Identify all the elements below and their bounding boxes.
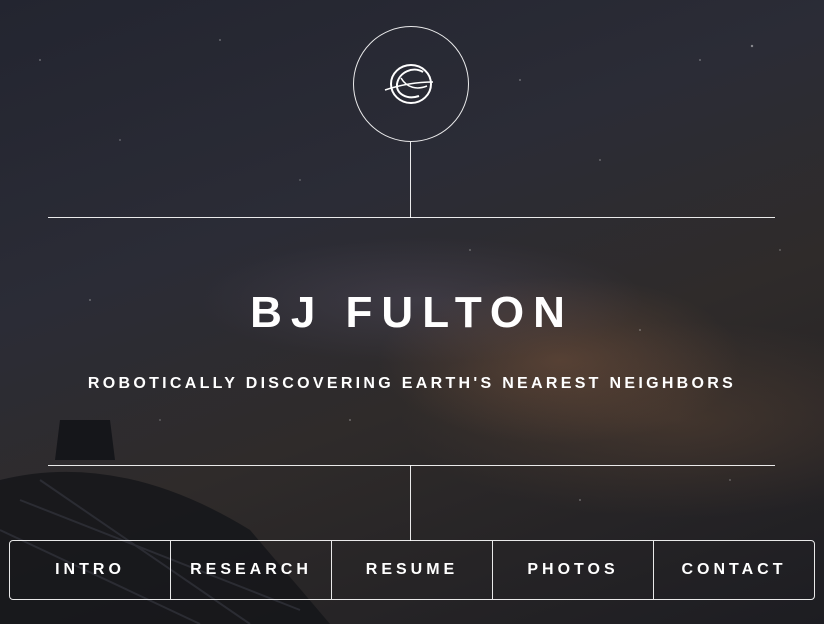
nav-item-photos[interactable]: PHOTOS xyxy=(493,541,654,599)
nav-item-resume[interactable]: RESUME xyxy=(332,541,493,599)
main-nav: INTRO RESEARCH RESUME PHOTOS CONTACT xyxy=(9,540,815,600)
page-subtitle: ROBOTICALLY DISCOVERING EARTH'S NEAREST … xyxy=(87,375,737,392)
divider-bottom xyxy=(48,465,775,466)
nav-item-intro[interactable]: INTRO xyxy=(10,541,171,599)
nav-item-contact[interactable]: CONTACT xyxy=(654,541,814,599)
nav-item-research[interactable]: RESEARCH xyxy=(171,541,332,599)
divider-top xyxy=(48,217,775,218)
logo[interactable] xyxy=(353,26,469,142)
page-title: BJ FULTON xyxy=(250,288,574,337)
scribble-circle-logo-icon xyxy=(384,64,434,104)
connector-line-top xyxy=(410,142,411,218)
connector-line-bottom xyxy=(410,465,411,541)
